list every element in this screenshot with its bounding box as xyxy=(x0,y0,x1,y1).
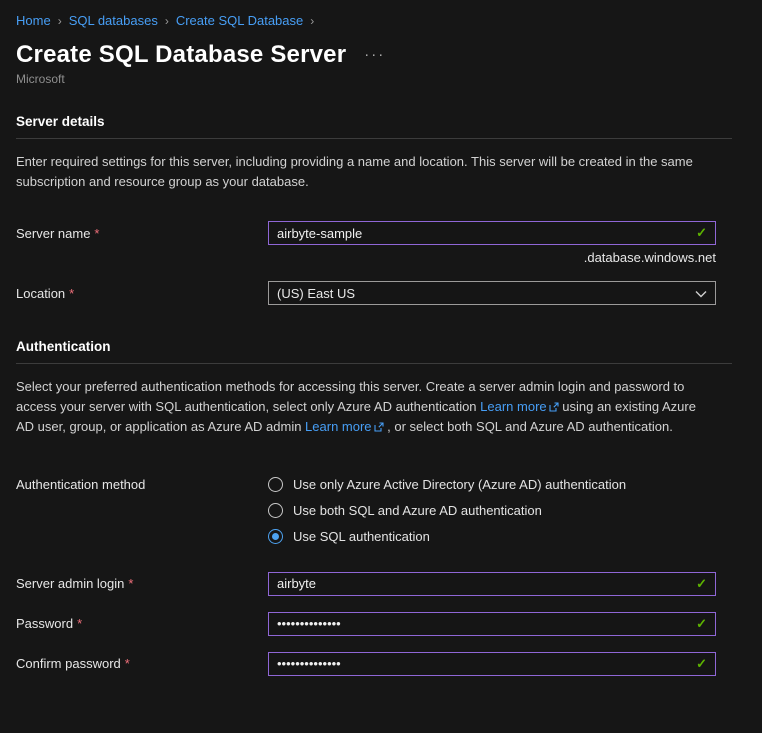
password-input-container: ✓ xyxy=(268,611,716,636)
password-input[interactable] xyxy=(277,616,689,631)
confirm-password-label: Confirm password * xyxy=(16,656,268,671)
required-asterisk: * xyxy=(124,656,130,671)
external-link-icon xyxy=(549,398,559,418)
location-label: Location * xyxy=(16,286,268,301)
radio-option-label: Use only Azure Active Directory (Azure A… xyxy=(293,477,627,492)
password-row: Password* ✓ xyxy=(16,611,716,636)
required-asterisk: * xyxy=(128,576,134,591)
authentication-method-radio-group: Use only Azure Active Directory (Azure A… xyxy=(268,472,716,550)
create-sql-server-blade: Home › SQL databases › Create SQL Database › … xyxy=(0,0,762,676)
validation-check-icon: ✓ xyxy=(696,655,707,671)
required-asterisk: * xyxy=(77,616,83,631)
chevron-down-icon xyxy=(695,286,707,301)
server-admin-login-input-container: ✓ xyxy=(268,571,716,596)
authentication-heading: Authentication xyxy=(16,339,111,354)
breadcrumb: Home › SQL databases › Create SQL Database › xyxy=(16,0,716,28)
location-select[interactable]: (US) East US xyxy=(268,281,716,305)
ellipsis-icon[interactable]: ··· xyxy=(364,47,385,62)
page-title: Create SQL Database Server xyxy=(16,41,347,68)
server-admin-login-label: Server admin login * xyxy=(16,576,268,591)
location-label-text: Location xyxy=(16,285,66,301)
location-row: Location * (US) East US xyxy=(16,281,716,305)
required-asterisk: * xyxy=(94,225,100,241)
server-name-domain-suffix: .database.windows.net xyxy=(583,250,716,265)
location-selected-value: (US) East US xyxy=(277,285,356,301)
authentication-method-row: Authentication method Use only Azure Act… xyxy=(16,472,716,550)
radio-option-sql-authentication[interactable]: Use SQL authentication xyxy=(268,524,716,550)
server-name-label: Server name * xyxy=(16,226,268,241)
authentication-description: Select your preferred authentication met… xyxy=(16,377,716,438)
validation-check-icon: ✓ xyxy=(696,225,707,240)
password-label-text: Password xyxy=(16,616,74,631)
learn-more-link-azure-ad[interactable]: Learn more xyxy=(480,398,559,414)
validation-check-icon: ✓ xyxy=(696,615,707,631)
validation-check-icon: ✓ xyxy=(696,575,707,591)
server-admin-login-input[interactable] xyxy=(277,576,689,591)
section-divider xyxy=(16,138,732,139)
radio-option-both-sql-and-azure-ad[interactable]: Use both SQL and Azure AD authentication xyxy=(268,498,716,524)
server-details-description: Enter required settings for this server,… xyxy=(16,154,693,189)
password-label: Password * xyxy=(16,616,268,631)
server-name-input-container: ✓ xyxy=(268,221,716,245)
server-admin-login-row: Server admin login* ✓ xyxy=(16,571,716,596)
required-asterisk: * xyxy=(69,285,75,301)
publisher-label: Microsoft xyxy=(16,72,65,86)
server-name-label-text: Server name xyxy=(16,225,91,241)
learn-more-link-azure-ad-admin[interactable]: Learn more xyxy=(305,419,384,434)
page-header: Create SQL Database Server ··· xyxy=(16,41,716,69)
server-admin-login-label-text: Server admin login xyxy=(16,576,125,591)
server-name-input[interactable] xyxy=(277,225,689,241)
radio-option-label: Use both SQL and Azure AD authentication xyxy=(293,503,542,518)
server-name-row: Server name* ✓ xyxy=(16,221,716,245)
breadcrumb-separator: › xyxy=(164,14,169,28)
learn-more-label: Learn more xyxy=(305,419,372,434)
server-details-heading: Server details xyxy=(16,114,105,129)
breadcrumb-separator: › xyxy=(310,14,315,28)
learn-more-label: Learn more xyxy=(480,398,547,414)
breadcrumb-sql-databases[interactable]: SQL databases xyxy=(69,13,158,28)
confirm-password-row: Confirm password* ✓ xyxy=(16,651,716,676)
auth-desc-part3: , or select both SQL and Azure AD authen… xyxy=(383,419,673,434)
confirm-password-input-container: ✓ xyxy=(268,651,716,676)
breadcrumb-separator: › xyxy=(57,14,62,28)
confirm-password-label-text: Confirm password xyxy=(16,656,121,671)
section-divider xyxy=(16,363,732,364)
radio-option-label: Use SQL authentication xyxy=(293,529,430,544)
radio-icon xyxy=(268,477,283,492)
radio-icon xyxy=(268,529,283,544)
radio-icon xyxy=(268,503,283,518)
external-link-icon xyxy=(373,418,384,438)
breadcrumb-home[interactable]: Home xyxy=(16,13,51,28)
breadcrumb-create-sql-database[interactable]: Create SQL Database xyxy=(176,13,303,28)
radio-option-azure-ad-only[interactable]: Use only Azure Active Directory (Azure A… xyxy=(268,472,716,498)
confirm-password-input[interactable] xyxy=(277,656,689,671)
authentication-method-label: Authentication method xyxy=(16,472,268,498)
authentication-method-label-text: Authentication method xyxy=(16,476,146,492)
